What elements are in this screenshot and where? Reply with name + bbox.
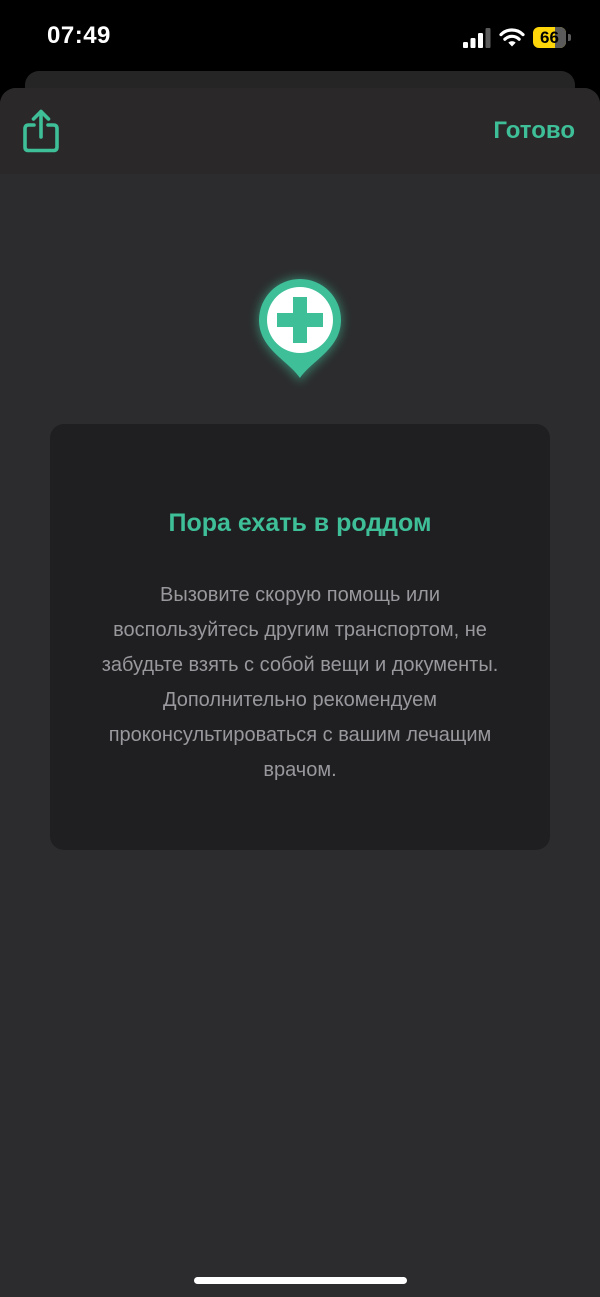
status-time: 07:49 [47, 22, 111, 49]
home-indicator[interactable] [194, 1277, 407, 1284]
wifi-icon [499, 28, 525, 47]
battery-tip [568, 34, 571, 41]
status-bar: 07:49 66 [0, 0, 600, 76]
done-button[interactable]: Готово [493, 117, 575, 145]
cellular-signal-icon [463, 28, 491, 48]
card-title: Пора ехать в роддом [168, 509, 432, 537]
battery-level: 66 [540, 28, 559, 47]
card-body-text: Вызовите скорую помощь или воспользуйтес… [101, 584, 499, 781]
battery-body: 66 [533, 27, 566, 48]
info-card: Пора ехать в роддом Вызовите скорую помо… [50, 424, 550, 850]
medical-location-pin-icon [258, 278, 342, 382]
battery-indicator: 66 [533, 27, 571, 48]
share-icon[interactable] [22, 108, 60, 154]
sheet-header: Готово [0, 88, 600, 174]
